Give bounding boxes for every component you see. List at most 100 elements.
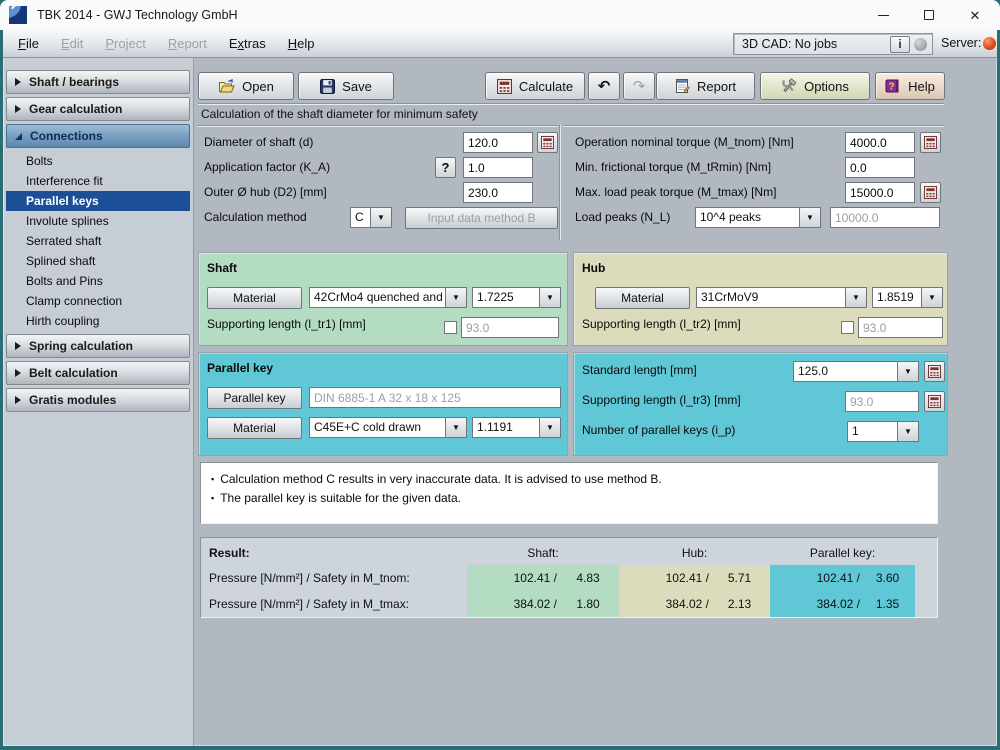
dropdown-arrow-icon: ▼ xyxy=(445,418,466,437)
result-cell: 102.41 /5.71 xyxy=(619,565,770,591)
result-column-hub: Hub: xyxy=(681,545,708,560)
save-floppy-icon xyxy=(320,78,336,94)
sidebar-item-parallel-keys[interactable]: Parallel keys xyxy=(6,191,190,211)
cad-status-led-icon xyxy=(914,37,927,51)
key-material-select[interactable]: C45E+C cold drawn ▼ xyxy=(309,417,467,438)
hub-material-number-select[interactable]: 1.8519 ▼ xyxy=(872,287,943,308)
shaft-supporting-length-label: Supporting length (l_tr1) [mm] xyxy=(207,317,366,331)
sidebar-item-splined-shaft[interactable]: Splined shaft xyxy=(6,251,190,271)
sidebar-item-serrated-shaft[interactable]: Serrated shaft xyxy=(6,231,190,251)
shaft-section-title: Shaft xyxy=(207,261,237,275)
parallel-key-button[interactable]: Parallel key xyxy=(207,387,302,409)
sidebar-section-spring-calculation[interactable]: Spring calculation xyxy=(6,334,190,358)
result-panel: Result: Shaft: Hub: Parallel key: Pressu… xyxy=(200,537,938,618)
standard-length-select[interactable]: 125.0 ▼ xyxy=(793,361,919,382)
sidebar-item-bolts-and-pins[interactable]: Bolts and Pins xyxy=(6,271,190,291)
hub-supporting-length-checkbox[interactable] xyxy=(841,321,854,334)
collapsed-arrow-icon xyxy=(15,105,21,113)
hub-section-title: Hub xyxy=(582,261,606,275)
min-frictional-torque-input[interactable] xyxy=(845,157,915,178)
result-row-mtnom: Pressure [N/mm²] / Safety in M_tnom: 102… xyxy=(201,565,937,591)
calculator-icon xyxy=(496,78,512,94)
load-peaks-count-field xyxy=(830,207,940,228)
result-row-mtmax: Pressure [N/mm²] / Safety in M_tmax: 384… xyxy=(201,591,937,617)
supporting-length-calc-button[interactable] xyxy=(924,391,945,412)
sidebar: Shaft / bearings Gear calculation Connec… xyxy=(3,58,194,746)
title-bar: TBK 2014 - GWJ Technology GmbH ✕ xyxy=(0,0,1000,30)
result-cell: 384.02 /1.35 xyxy=(770,591,915,617)
maximize-button[interactable] xyxy=(906,0,952,30)
sidebar-section-connections[interactable]: Connections xyxy=(6,124,190,148)
hub-material-button[interactable]: Material xyxy=(595,287,690,309)
menu-extras[interactable]: Extras xyxy=(218,30,277,58)
result-title: Result: xyxy=(209,545,250,560)
dropdown-arrow-icon: ▼ xyxy=(921,288,942,307)
message-box: ▪ Calculation method C results in very in… xyxy=(200,462,938,524)
load-peaks-label: Load peaks (N_L) xyxy=(575,210,671,224)
result-column-parallel-key: Parallel key: xyxy=(809,545,876,560)
minimize-button[interactable] xyxy=(860,0,906,30)
tools-icon xyxy=(782,78,797,93)
number-of-keys-select[interactable]: 1 ▼ xyxy=(847,421,919,442)
result-header-row: Result: Shaft: Hub: Parallel key: xyxy=(201,540,937,565)
dropdown-arrow-icon: ▼ xyxy=(539,288,560,307)
result-cell: 102.41 /3.60 xyxy=(770,565,915,591)
menu-bar: File Edit Project Report Extras Help 3D … xyxy=(3,30,997,58)
result-cell: 384.02 /1.80 xyxy=(467,591,619,617)
sidebar-section-shaft-bearings[interactable]: Shaft / bearings xyxy=(6,70,190,94)
max-peak-torque-calc-button[interactable] xyxy=(920,182,941,203)
message-line: ▪ The parallel key is suitable for the gi… xyxy=(211,491,462,505)
menu-file[interactable]: File xyxy=(7,30,50,58)
key-material-number-select[interactable]: 1.1191 ▼ xyxy=(472,417,561,438)
hub-material-select[interactable]: 31CrMoV9 ▼ xyxy=(696,287,867,308)
sidebar-item-clamp-connection[interactable]: Clamp connection xyxy=(6,291,190,311)
report-button[interactable]: Report xyxy=(656,72,755,100)
sidebar-item-bolts[interactable]: Bolts xyxy=(6,151,190,171)
nominal-torque-calc-button[interactable] xyxy=(920,132,941,153)
parallel-key-designation-field xyxy=(309,387,561,408)
shaft-material-select[interactable]: 42CrMo4 quenched and t... ▼ xyxy=(309,287,467,308)
supporting-length-ltr3-label: Supporting length (l_tr3) [mm] xyxy=(582,393,741,407)
nominal-torque-label: Operation nominal torque (M_tnom) [Nm] xyxy=(575,135,794,149)
sidebar-section-gear-calculation[interactable]: Gear calculation xyxy=(6,97,190,121)
content-area: Shaft / bearings Gear calculation Connec… xyxy=(3,58,997,746)
open-button[interactable]: Open xyxy=(198,72,294,100)
key-material-button[interactable]: Material xyxy=(207,417,302,439)
help-book-icon: ? xyxy=(885,79,899,93)
number-of-keys-label: Number of parallel keys (i_p) xyxy=(582,423,736,437)
sidebar-item-interference-fit[interactable]: Interference fit xyxy=(6,171,190,191)
svg-text:?: ? xyxy=(889,82,895,93)
shaft-material-number-select[interactable]: 1.7225 ▼ xyxy=(472,287,561,308)
calculate-button[interactable]: Calculate xyxy=(485,72,585,100)
calculator-icon xyxy=(924,186,937,199)
max-peak-torque-input[interactable] xyxy=(845,182,915,203)
shaft-material-button[interactable]: Material xyxy=(207,287,302,309)
dropdown-arrow-icon: ▼ xyxy=(897,362,918,381)
save-button[interactable]: Save xyxy=(298,72,394,100)
open-folder-icon xyxy=(219,78,235,92)
sidebar-item-involute-splines[interactable]: Involute splines xyxy=(6,211,190,231)
undo-icon: ↶ xyxy=(597,77,611,95)
sidebar-section-belt-calculation[interactable]: Belt calculation xyxy=(6,361,190,385)
help-button[interactable]: ? Help xyxy=(875,72,945,100)
sidebar-section-gratis-modules[interactable]: Gratis modules xyxy=(6,388,190,412)
server-status-led-icon xyxy=(983,37,996,50)
bullet-icon: ▪ xyxy=(211,493,215,503)
options-button[interactable]: Options xyxy=(760,72,870,100)
collapsed-arrow-icon xyxy=(15,369,21,377)
close-button[interactable]: ✕ xyxy=(952,0,998,30)
menu-help[interactable]: Help xyxy=(277,30,326,58)
dropdown-arrow-icon: ▼ xyxy=(539,418,560,437)
toolbar-separator xyxy=(198,103,944,105)
standard-length-calc-button[interactable] xyxy=(924,361,945,382)
expanded-arrow-icon xyxy=(15,132,22,140)
main-panel: Open Save Calculate ↶ ↷ Report Options ?… xyxy=(194,58,997,746)
nominal-torque-input[interactable] xyxy=(845,132,915,153)
shaft-supporting-length-checkbox[interactable] xyxy=(444,321,457,334)
min-frictional-torque-label: Min. frictional torque (M_tRmin) [Nm] xyxy=(575,160,772,174)
sidebar-item-hirth-coupling[interactable]: Hirth coupling xyxy=(6,311,190,331)
load-peaks-select[interactable]: 10^4 peaks ▼ xyxy=(695,207,821,228)
info-button[interactable]: i xyxy=(890,35,910,53)
window-title: TBK 2014 - GWJ Technology GmbH xyxy=(37,8,238,22)
undo-button[interactable]: ↶ xyxy=(588,72,620,100)
